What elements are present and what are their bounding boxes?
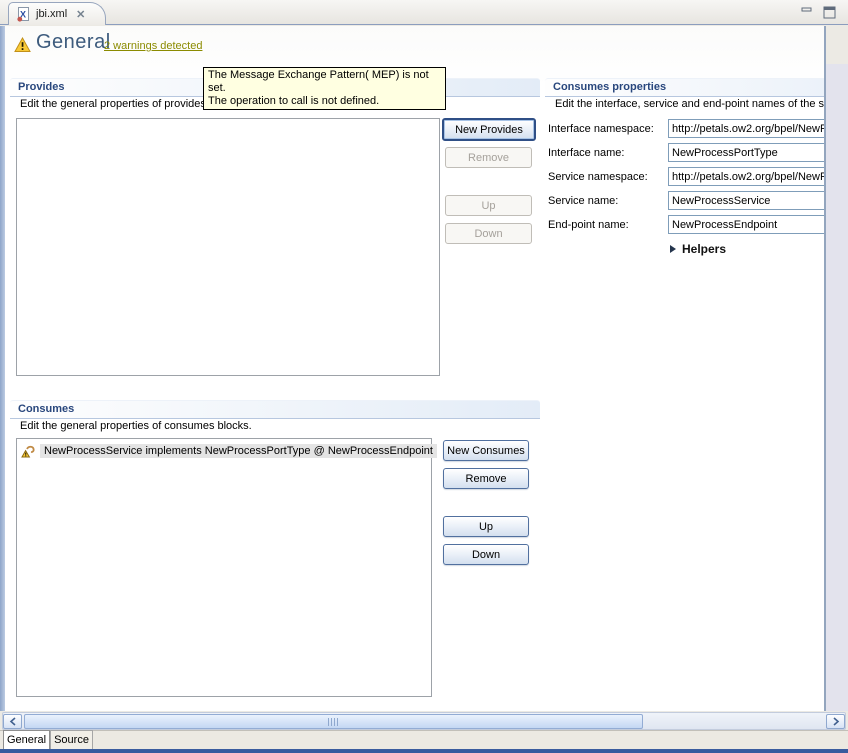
tooltip-line-1: The Message Exchange Pattern( MEP) is no… (208, 69, 441, 95)
service-name-input[interactable] (668, 191, 848, 210)
tab-source[interactable]: Source (50, 730, 93, 749)
down-consumes-button[interactable]: Down (443, 544, 529, 565)
consumes-item-label: NewProcessService implements NewProcessP… (40, 444, 437, 458)
interface-namespace-label: Interface namespace: (548, 123, 654, 135)
up-consumes-button[interactable]: Up (443, 516, 529, 537)
service-namespace-label: Service namespace: (548, 171, 648, 183)
consumes-section-header (10, 400, 540, 419)
editor-tab-label: jbi.xml (36, 8, 67, 20)
consumes-section-description: Edit the general properties of consumes … (20, 420, 252, 432)
new-consumes-button[interactable]: New Consumes (443, 440, 529, 461)
up-provides-button: Up (445, 195, 532, 216)
interface-name-label: Interface name: (548, 147, 624, 159)
warning-icon (14, 37, 31, 53)
validation-tooltip: The Message Exchange Pattern( MEP) is no… (203, 67, 446, 110)
service-namespace-input[interactable] (668, 167, 848, 186)
view-toolbar (801, 6, 836, 19)
tab-general[interactable]: General (3, 730, 50, 749)
service-name-label: Service name: (548, 195, 618, 207)
endpoint-name-label: End-point name: (548, 219, 629, 231)
editor-window: X jbi.xml ✕ General 2 warnings detected … (0, 0, 848, 753)
xml-file-icon: X (16, 7, 31, 22)
consumes-properties-title: Consumes properties (553, 81, 666, 93)
consume-warning-icon (21, 443, 37, 459)
provides-list[interactable] (16, 118, 440, 376)
page-title: General (36, 31, 111, 54)
interface-namespace-input[interactable] (668, 119, 848, 138)
helpers-label: Helpers (682, 242, 726, 256)
consumes-list-item[interactable]: NewProcessService implements NewProcessP… (21, 442, 437, 459)
tab-close-icon[interactable]: ✕ (76, 8, 85, 21)
window-left-border (0, 26, 5, 711)
down-provides-button: Down (445, 223, 532, 244)
editor-tab-bar (0, 0, 848, 25)
page-tab-bar (0, 730, 848, 749)
horizontal-scrollbar-thumb[interactable] (24, 714, 643, 729)
minimize-icon[interactable] (801, 7, 814, 18)
chevron-right-icon (670, 245, 676, 253)
remove-consumes-button[interactable]: Remove (443, 468, 529, 489)
scrollbar-grip (328, 718, 339, 726)
consumes-properties-description: Edit the interface, service and end-poin… (555, 98, 842, 110)
editor-tab-jbi-xml[interactable]: X jbi.xml ✕ (8, 2, 106, 25)
endpoint-name-input[interactable] (668, 215, 848, 234)
helpers-toggle[interactable]: Helpers (670, 242, 726, 256)
new-provides-button[interactable]: New Provides (442, 118, 536, 141)
scroll-left-button[interactable] (3, 714, 22, 729)
consumes-list[interactable]: NewProcessService implements NewProcessP… (16, 438, 432, 697)
provides-section-title: Provides (18, 81, 64, 93)
tooltip-line-2: The operation to call is not defined. (208, 95, 441, 108)
interface-name-input[interactable] (668, 143, 848, 162)
window-bottom-border (0, 749, 848, 753)
window-right-margin (826, 64, 848, 711)
remove-provides-button: Remove (445, 147, 532, 168)
maximize-icon[interactable] (823, 6, 836, 19)
scroll-right-button[interactable] (826, 714, 845, 729)
warnings-detected-link[interactable]: 2 warnings detected (104, 40, 202, 52)
consumes-section-title: Consumes (18, 403, 74, 415)
